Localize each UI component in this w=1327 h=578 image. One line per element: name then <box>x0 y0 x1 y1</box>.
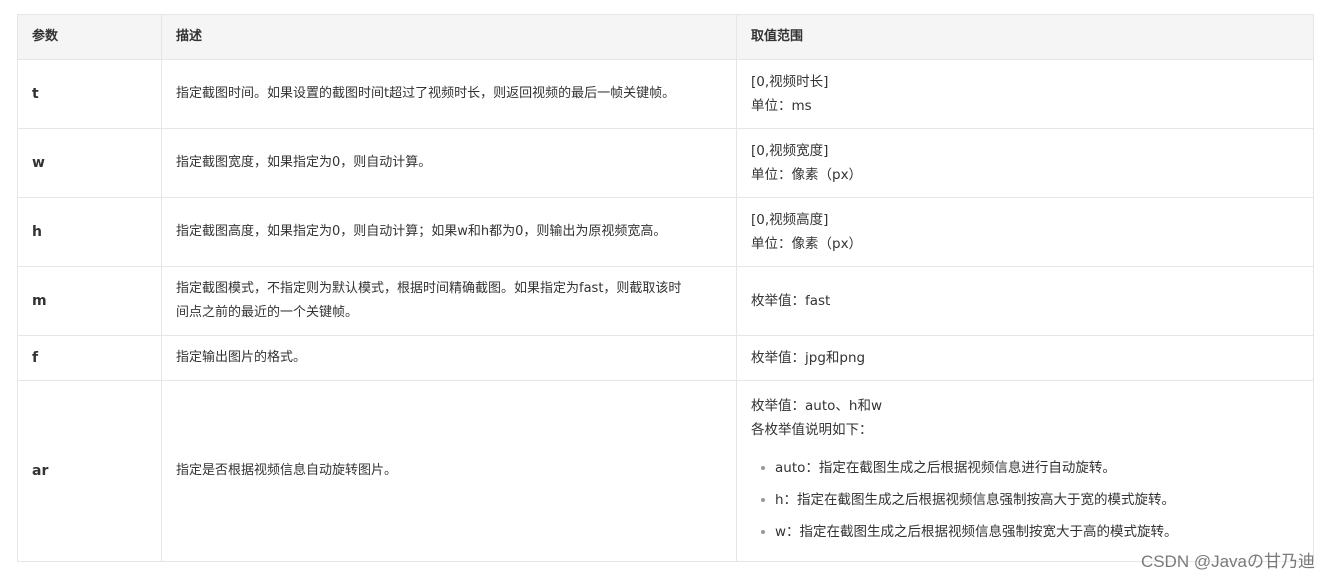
description-line: 间点之前的最近的一个关键帧。 <box>176 305 359 320</box>
param-description: 指定是否根据视频信息自动旋转图片。 <box>161 380 737 562</box>
page: 参数 描述 取值范围 t 指定截图时间。如果设置的截图时间t超过了视频时长，则返… <box>0 0 1327 578</box>
param-name: w <box>17 128 162 198</box>
description-line: 指定截图模式，不指定则为默认模式，根据时间精确截图。如果指定为fast，则截取该… <box>176 281 682 296</box>
table-row: w 指定截图宽度，如果指定为0，则自动计算。 [0,视频宽度] 单位：像素（px… <box>17 128 1314 198</box>
param-description: 指定截图宽度，如果指定为0，则自动计算。 <box>161 128 737 198</box>
list-item: auto：指定在截图生成之后根据视频信息进行自动旋转。 <box>761 452 1299 484</box>
param-range: 枚举值：auto、h和w 各枚举值说明如下： auto：指定在截图生成之后根据视… <box>736 380 1314 562</box>
header-value-range: 取值范围 <box>736 14 1314 60</box>
param-range: [0,视频宽度] 单位：像素（px） <box>736 128 1314 198</box>
range-line: 枚举值：fast <box>751 293 831 309</box>
range-line: 单位：像素（px） <box>751 236 863 252</box>
header-row: 参数 描述 取值范围 <box>17 14 1314 60</box>
range-line: [0,视频时长] <box>751 74 829 90</box>
table-row: ar 指定是否根据视频信息自动旋转图片。 枚举值：auto、h和w 各枚举值说明… <box>17 380 1314 562</box>
bullet-icon <box>761 530 765 534</box>
header-description: 描述 <box>161 14 737 60</box>
table-row: h 指定截图高度，如果指定为0，则自动计算；如果w和h都为0，则输出为原视频宽高… <box>17 197 1314 267</box>
range-line: 单位：ms <box>751 98 812 114</box>
param-description: 指定截图时间。如果设置的截图时间t超过了视频时长，则返回视频的最后一帧关键帧。 <box>161 59 737 129</box>
param-name: ar <box>17 380 162 562</box>
enum-values-list: auto：指定在截图生成之后根据视频信息进行自动旋转。 h：指定在截图生成之后根… <box>751 452 1299 548</box>
bullet-icon <box>761 498 765 502</box>
range-line: 枚举值：jpg和png <box>751 350 866 366</box>
range-line: [0,视频高度] <box>751 212 829 228</box>
range-line: [0,视频宽度] <box>751 143 829 159</box>
watermark: CSDN @Javaの甘乃迪 <box>1140 552 1315 571</box>
range-line: 枚举值：auto、h和w <box>751 398 882 414</box>
param-description: 指定截图高度，如果指定为0，则自动计算；如果w和h都为0，则输出为原视频宽高。 <box>161 197 737 267</box>
range-line: 各枚举值说明如下： <box>751 422 873 438</box>
param-name: m <box>17 266 162 336</box>
param-description: 指定截图模式，不指定则为默认模式，根据时间精确截图。如果指定为fast，则截取该… <box>161 266 737 336</box>
param-range: 枚举值：jpg和png <box>736 335 1314 381</box>
parameter-table: 参数 描述 取值范围 t 指定截图时间。如果设置的截图时间t超过了视频时长，则返… <box>17 14 1314 562</box>
range-line: 单位：像素（px） <box>751 167 863 183</box>
list-item: h：指定在截图生成之后根据视频信息强制按高大于宽的模式旋转。 <box>761 484 1299 516</box>
param-range: 枚举值：fast <box>736 266 1314 336</box>
bullet-icon <box>761 466 765 470</box>
list-item-text: w：指定在截图生成之后根据视频信息强制按宽大于高的模式旋转。 <box>775 524 1178 540</box>
param-range: [0,视频时长] 单位：ms <box>736 59 1314 129</box>
param-range: [0,视频高度] 单位：像素（px） <box>736 197 1314 267</box>
param-name: t <box>17 59 162 129</box>
table-row: t 指定截图时间。如果设置的截图时间t超过了视频时长，则返回视频的最后一帧关键帧… <box>17 59 1314 129</box>
header-param: 参数 <box>17 14 162 60</box>
list-item-text: auto：指定在截图生成之后根据视频信息进行自动旋转。 <box>775 460 1116 476</box>
table-header: 参数 描述 取值范围 <box>17 14 1314 60</box>
table-row: m 指定截图模式，不指定则为默认模式，根据时间精确截图。如果指定为fast，则截… <box>17 266 1314 336</box>
param-name: h <box>17 197 162 267</box>
list-item: w：指定在截图生成之后根据视频信息强制按宽大于高的模式旋转。 <box>761 516 1299 548</box>
table-row: f 指定输出图片的格式。 枚举值：jpg和png <box>17 335 1314 381</box>
param-name: f <box>17 335 162 381</box>
list-item-text: h：指定在截图生成之后根据视频信息强制按高大于宽的模式旋转。 <box>775 492 1176 508</box>
param-description: 指定输出图片的格式。 <box>161 335 737 381</box>
